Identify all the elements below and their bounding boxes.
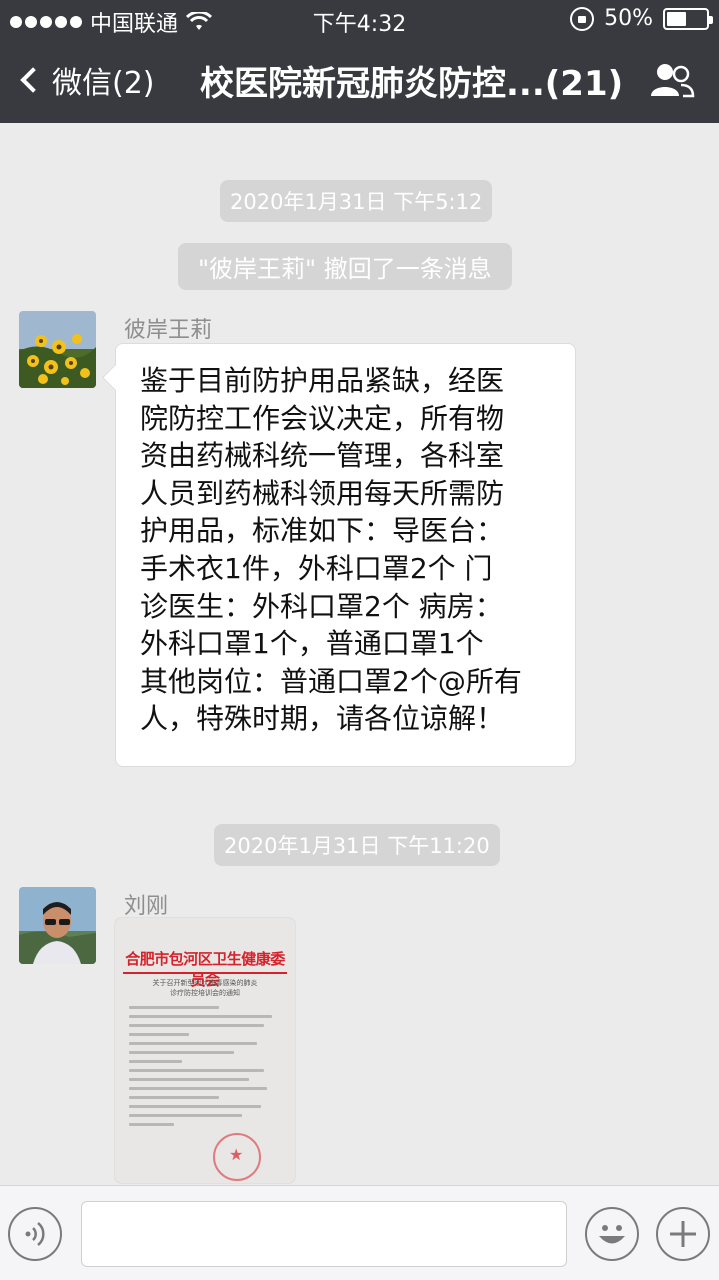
recall-notice: "彼岸王莉" 撤回了一条消息 <box>178 243 512 290</box>
image-message[interactable]: 合肥市包河区卫生健康委员会 关于召开新型冠状病毒感染的肺炎 诊疗防控培训会的通知 <box>115 918 295 1183</box>
top-bar: 中国联通 下午4:32 50% 微信(2) 校医院新冠肺炎防控...(21) <box>0 0 719 123</box>
emoji-icon <box>599 1225 625 1244</box>
battery-icon <box>663 7 713 30</box>
voice-button[interactable] <box>8 1207 62 1261</box>
back-label: 微信(2) <box>52 66 155 101</box>
status-right: 50% <box>570 6 713 31</box>
voice-icon <box>25 1222 45 1246</box>
document-rule <box>123 972 287 974</box>
document-body-lines <box>129 1006 279 1132</box>
chevron-left-icon <box>20 67 46 93</box>
plus-icon <box>670 1221 696 1247</box>
person-avatar <box>19 887 96 964</box>
official-seal-icon <box>213 1133 261 1181</box>
timestamp-pill: 2020年1月31日 下午11:20 <box>214 824 500 866</box>
input-bar <box>0 1185 719 1280</box>
sender-name: 刘刚 <box>124 894 169 919</box>
message-input[interactable] <box>81 1201 567 1267</box>
orientation-lock-icon <box>570 6 595 31</box>
flower-avatar <box>19 311 96 388</box>
battery-fill <box>667 11 686 26</box>
emoji-button[interactable] <box>585 1207 639 1261</box>
message-text: 鉴于目前防护用品紧缺，经医 院防控工作会议决定，所有物 资由药械科统一管理，各科… <box>140 364 522 736</box>
message-bubble[interactable]: 鉴于目前防护用品紧缺，经医 院防控工作会议决定，所有物 资由药械科统一管理，各科… <box>115 343 576 767</box>
nav-bar: 微信(2) 校医院新冠肺炎防控...(21) <box>0 40 719 123</box>
sender-name: 彼岸王莉 <box>124 318 213 343</box>
chat-title: 校医院新冠肺炎防控...(21) <box>200 64 624 104</box>
timestamp-pill: 2020年1月31日 下午5:12 <box>220 180 493 222</box>
back-button[interactable]: 微信(2) <box>16 58 155 102</box>
add-button[interactable] <box>656 1207 710 1261</box>
document-subtitle: 关于召开新型冠状病毒感染的肺炎 诊疗防控培训会的通知 <box>152 979 258 997</box>
group-members-icon[interactable] <box>649 62 695 98</box>
avatar[interactable] <box>19 887 96 964</box>
status-bar: 中国联通 下午4:32 50% <box>0 0 719 40</box>
battery-percent: 50% <box>604 6 653 31</box>
avatar[interactable] <box>19 311 96 388</box>
